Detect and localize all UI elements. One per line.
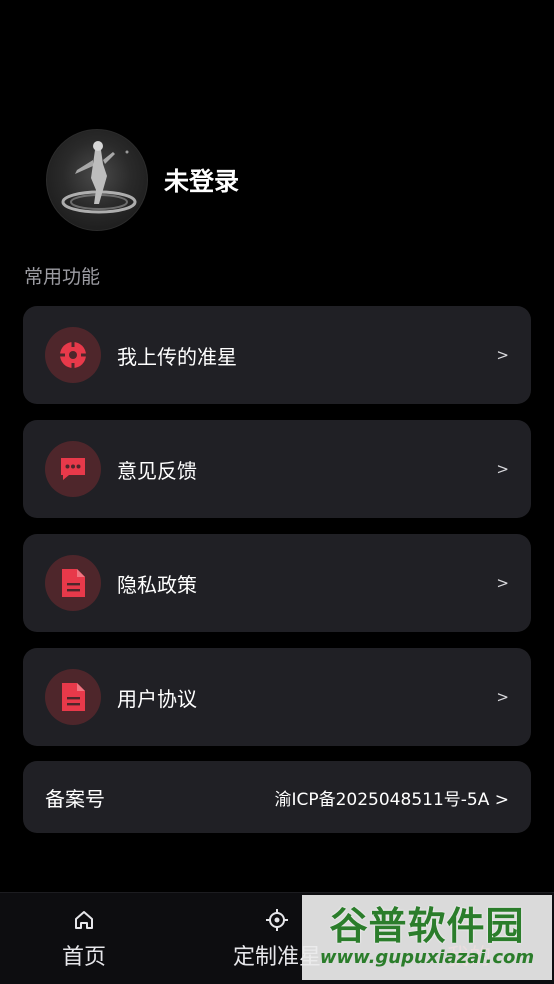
- chevron-right-icon: >: [496, 688, 509, 706]
- icp-record-row[interactable]: 备案号 渝ICP备2025048511号-5A >: [23, 761, 531, 833]
- chevron-right-icon: >: [496, 346, 509, 364]
- home-icon: [19, 905, 149, 935]
- menu-item-my-crosshairs[interactable]: 我上传的准星 >: [23, 306, 531, 404]
- menu-item-label: 我上传的准星: [117, 344, 237, 369]
- profile-header[interactable]: 未登录: [46, 129, 239, 231]
- watermark-logo: 谷普软件园 www.gupuxiazai.com: [302, 895, 552, 980]
- avatar-figure-icon: [61, 141, 137, 214]
- chat-bubble-icon: [45, 441, 101, 497]
- tab-home[interactable]: 首页: [19, 905, 149, 971]
- menu-item-label: 隐私政策: [117, 572, 197, 597]
- menu-item-feedback[interactable]: 意见反馈 >: [23, 420, 531, 518]
- menu-item-label: 用户协议: [117, 686, 197, 711]
- menu-item-label: 意见反馈: [117, 458, 197, 483]
- icp-record-label: 备案号: [45, 786, 105, 811]
- avatar[interactable]: [46, 129, 148, 231]
- crosshair-icon: [45, 327, 101, 383]
- chevron-right-icon: >: [496, 460, 509, 478]
- icp-record-value[interactable]: 渝ICP备2025048511号-5A >: [274, 785, 509, 810]
- document-icon: [45, 555, 101, 611]
- menu-item-privacy-policy[interactable]: 隐私政策 >: [23, 534, 531, 632]
- watermark-url: www.gupuxiazai.com: [319, 947, 535, 968]
- section-title: 常用功能: [24, 266, 101, 288]
- login-status[interactable]: 未登录: [164, 162, 239, 198]
- tab-label: 首页: [61, 945, 106, 970]
- watermark-title: 谷普软件园: [329, 904, 525, 948]
- chevron-right-icon: >: [496, 574, 509, 592]
- document-icon: [45, 669, 101, 725]
- menu-item-user-agreement[interactable]: 用户协议 >: [23, 648, 531, 746]
